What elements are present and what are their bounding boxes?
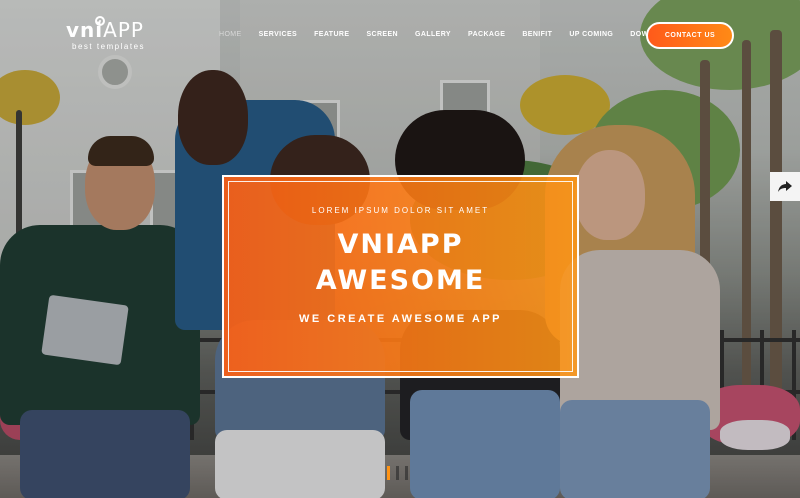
- slider-indicator: [387, 466, 408, 480]
- hero-eyebrow: LOREM IPSUM DOLOR SIT AMET: [311, 206, 490, 215]
- slide-dot[interactable]: [405, 466, 408, 480]
- brand-logo[interactable]: vniAPP best templates: [66, 16, 146, 51]
- hero-card: LOREM IPSUM DOLOR SIT AMET VNIAPP AWESOM…: [222, 175, 579, 378]
- share-arrow-icon: [778, 180, 792, 192]
- slide-dot[interactable]: [396, 466, 399, 480]
- logo-wordmark: vniAPP: [66, 20, 145, 40]
- nav-item-gallery[interactable]: GALLERY: [415, 31, 451, 38]
- logo-tagline: best templates: [72, 42, 146, 51]
- hero-title-line-2: AWESOME: [315, 265, 486, 296]
- nav-item-benifit[interactable]: BENIFIT: [522, 31, 552, 38]
- logo-light-text: APP: [103, 18, 144, 42]
- nav-item-package[interactable]: PACKAGE: [468, 31, 505, 38]
- logo-wifi-icon: [95, 16, 105, 26]
- contact-us-button[interactable]: CONTACT US: [646, 22, 734, 49]
- nav-item-screen[interactable]: SCREEN: [366, 31, 398, 38]
- hero-subtitle: WE CREATE AWESOME APP: [298, 313, 503, 325]
- nav-item-feature[interactable]: FEATURE: [314, 31, 349, 38]
- share-button[interactable]: [770, 172, 800, 201]
- hero-title-line-1: VNIAPP: [337, 229, 464, 260]
- hero-title: VNIAPP AWESOME: [224, 227, 577, 299]
- site-header: vniAPP best templates HOME SERVICES FEAT…: [0, 0, 800, 72]
- nav-item-home[interactable]: HOME: [219, 31, 242, 38]
- slide-dot-active[interactable]: [387, 466, 390, 480]
- main-nav: HOME SERVICES FEATURE SCREEN GALLERY PAC…: [219, 31, 710, 38]
- nav-item-up-coming[interactable]: UP COMING: [569, 31, 613, 38]
- nav-item-services[interactable]: SERVICES: [259, 31, 297, 38]
